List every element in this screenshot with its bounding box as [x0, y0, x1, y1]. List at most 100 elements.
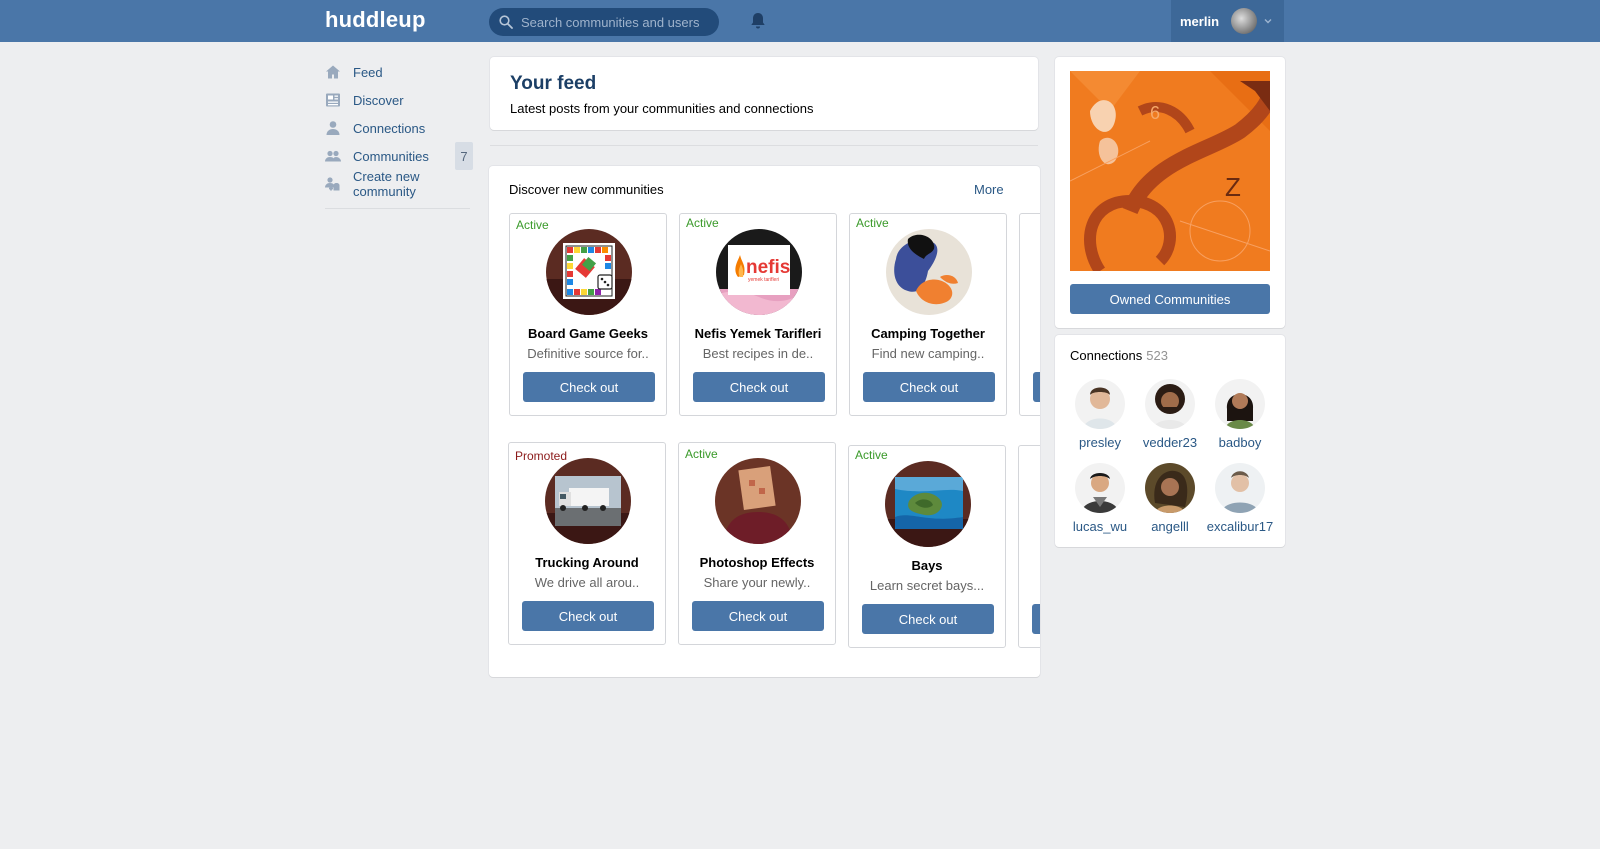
community-avatar: [715, 458, 801, 544]
feed-divider: [490, 145, 1038, 146]
community-desc: Share your newly..: [703, 575, 811, 590]
check-out-button[interactable]: Check out: [863, 372, 995, 402]
community-name: Board Game Geeks: [528, 326, 648, 341]
svg-text:6: 6: [1150, 103, 1160, 123]
connection-name: angelll: [1151, 519, 1189, 534]
group-add-icon: [325, 176, 341, 192]
search-icon: [499, 15, 513, 29]
communities-count-badge: 7: [455, 142, 473, 170]
connection-name: badboy: [1218, 435, 1262, 450]
community-card-nefis-yemek[interactable]: Active nefis yemek tarifleri Nefis Yemek…: [679, 213, 837, 416]
community-name: Trucking Around: [535, 555, 639, 570]
check-out-button-partial[interactable]: [1033, 372, 1040, 402]
community-desc: Find new camping..: [871, 346, 985, 361]
community-card-trucking-around[interactable]: Promoted Trucking Around We drive all ar…: [508, 442, 666, 645]
newspaper-icon: [325, 92, 341, 108]
avatar: [1215, 379, 1265, 429]
status-badge: Active: [855, 448, 888, 462]
check-out-button[interactable]: Check out: [862, 604, 994, 634]
community-card-board-game-geeks[interactable]: Active Board Game Geeks Definitive sourc…: [509, 213, 667, 416]
community-card-photoshop-effects[interactable]: Active Photoshop Effects Share your newl…: [678, 442, 836, 645]
avatar: [1145, 379, 1195, 429]
community-desc: Learn secret bays...: [869, 578, 985, 593]
avatar: [1075, 463, 1125, 513]
promo-illustration: Z 6: [1070, 71, 1270, 271]
status-badge: Active: [686, 216, 719, 230]
connections-panel: Connections 523 presley vedder23 badboy l…: [1055, 335, 1285, 547]
status-badge: Active: [516, 218, 549, 232]
nav-item-feed[interactable]: Feed: [325, 58, 485, 86]
community-avatar: nefis yemek tarifleri: [716, 229, 802, 315]
connections-count: 523: [1146, 348, 1168, 363]
nefis-logo-text: nefis: [746, 257, 791, 278]
search-box[interactable]: [489, 8, 719, 36]
avatar: [1215, 463, 1265, 513]
status-badge: Active: [685, 447, 718, 461]
community-name: Photoshop Effects: [699, 555, 815, 570]
nav-label: Create new community: [353, 169, 420, 199]
more-link[interactable]: More: [974, 182, 1004, 197]
user-menu[interactable]: merlin: [1171, 0, 1284, 42]
nav-label: Communities: [353, 148, 429, 164]
community-card-partial[interactable]: [1018, 445, 1040, 648]
status-badge: Promoted: [515, 449, 568, 463]
discover-communities-panel: Discover new communities More Active Boa…: [489, 166, 1040, 677]
connection-presley[interactable]: presley: [1065, 379, 1135, 450]
chevron-down-icon: [1264, 19, 1272, 24]
connection-name: vedder23: [1142, 435, 1198, 450]
connection-vedder23[interactable]: vedder23: [1135, 379, 1205, 450]
search-input[interactable]: [521, 14, 711, 30]
top-bar: huddleup merlin: [0, 0, 1600, 42]
connection-excalibur17[interactable]: excalibur17: [1205, 463, 1275, 534]
connection-angelll[interactable]: angelll: [1135, 463, 1205, 534]
connection-name: lucas_wu: [1072, 519, 1128, 534]
nav-item-create-community[interactable]: Create new community: [325, 169, 485, 199]
owned-communities-button[interactable]: Owned Communities: [1070, 284, 1270, 314]
user-icon: [325, 120, 341, 136]
page-title: Your feed: [510, 73, 597, 94]
nav-label: Discover: [353, 92, 404, 108]
community-card-camping-together[interactable]: Active Camping Together Find new camping…: [849, 213, 1007, 416]
community-desc: Best recipes in de..: [702, 346, 814, 361]
nav-item-connections[interactable]: Connections: [325, 114, 485, 142]
community-desc: Definitive source for..: [527, 346, 649, 361]
nav-item-communities[interactable]: Communities 7: [325, 142, 485, 170]
nav-label: Connections: [353, 120, 426, 136]
username: merlin: [1180, 13, 1220, 29]
community-avatar: [885, 461, 971, 547]
owned-communities-panel: Z 6 Owned Communities: [1055, 57, 1285, 328]
nav-label: Feed: [353, 64, 383, 80]
check-out-button[interactable]: Check out: [693, 372, 825, 402]
community-card-partial[interactable]: [1019, 213, 1040, 416]
bell-icon[interactable]: [748, 11, 768, 31]
logo[interactable]: huddleup: [325, 7, 426, 33]
check-out-button[interactable]: Check out: [522, 601, 654, 631]
connection-badboy[interactable]: badboy: [1205, 379, 1275, 450]
avatar: [1075, 379, 1125, 429]
svg-text:Z: Z: [1225, 172, 1241, 202]
feed-header: Your feed Latest posts from your communi…: [490, 57, 1038, 130]
avatar: [1145, 463, 1195, 513]
status-badge: Active: [856, 216, 889, 230]
connection-name: excalibur17: [1206, 519, 1274, 534]
check-out-button[interactable]: Check out: [523, 372, 655, 402]
check-out-button[interactable]: Check out: [692, 601, 824, 631]
community-name: Nefis Yemek Tarifleri: [694, 326, 822, 341]
connections-header: Connections 523: [1070, 348, 1168, 363]
community-avatar: [545, 458, 631, 544]
check-out-button-partial[interactable]: [1032, 604, 1040, 634]
left-nav: Feed Discover Connections Communities 7 …: [325, 58, 485, 209]
community-name: Bays: [911, 558, 943, 573]
community-name: Camping Together: [871, 326, 985, 341]
connection-lucas-wu[interactable]: lucas_wu: [1065, 463, 1135, 534]
page-subtitle: Latest posts from your communities and c…: [510, 101, 814, 116]
community-desc: We drive all arou..: [534, 575, 640, 590]
connections-title: Connections: [1070, 348, 1143, 363]
user-avatar: [1231, 8, 1258, 34]
community-avatar: [886, 229, 972, 315]
community-avatar: [546, 229, 632, 315]
nav-item-discover[interactable]: Discover: [325, 86, 485, 114]
users-icon: [325, 148, 341, 164]
discover-title: Discover new communities: [509, 182, 664, 197]
community-card-bays[interactable]: Active Bays Learn secret bays... Check o…: [848, 445, 1006, 648]
